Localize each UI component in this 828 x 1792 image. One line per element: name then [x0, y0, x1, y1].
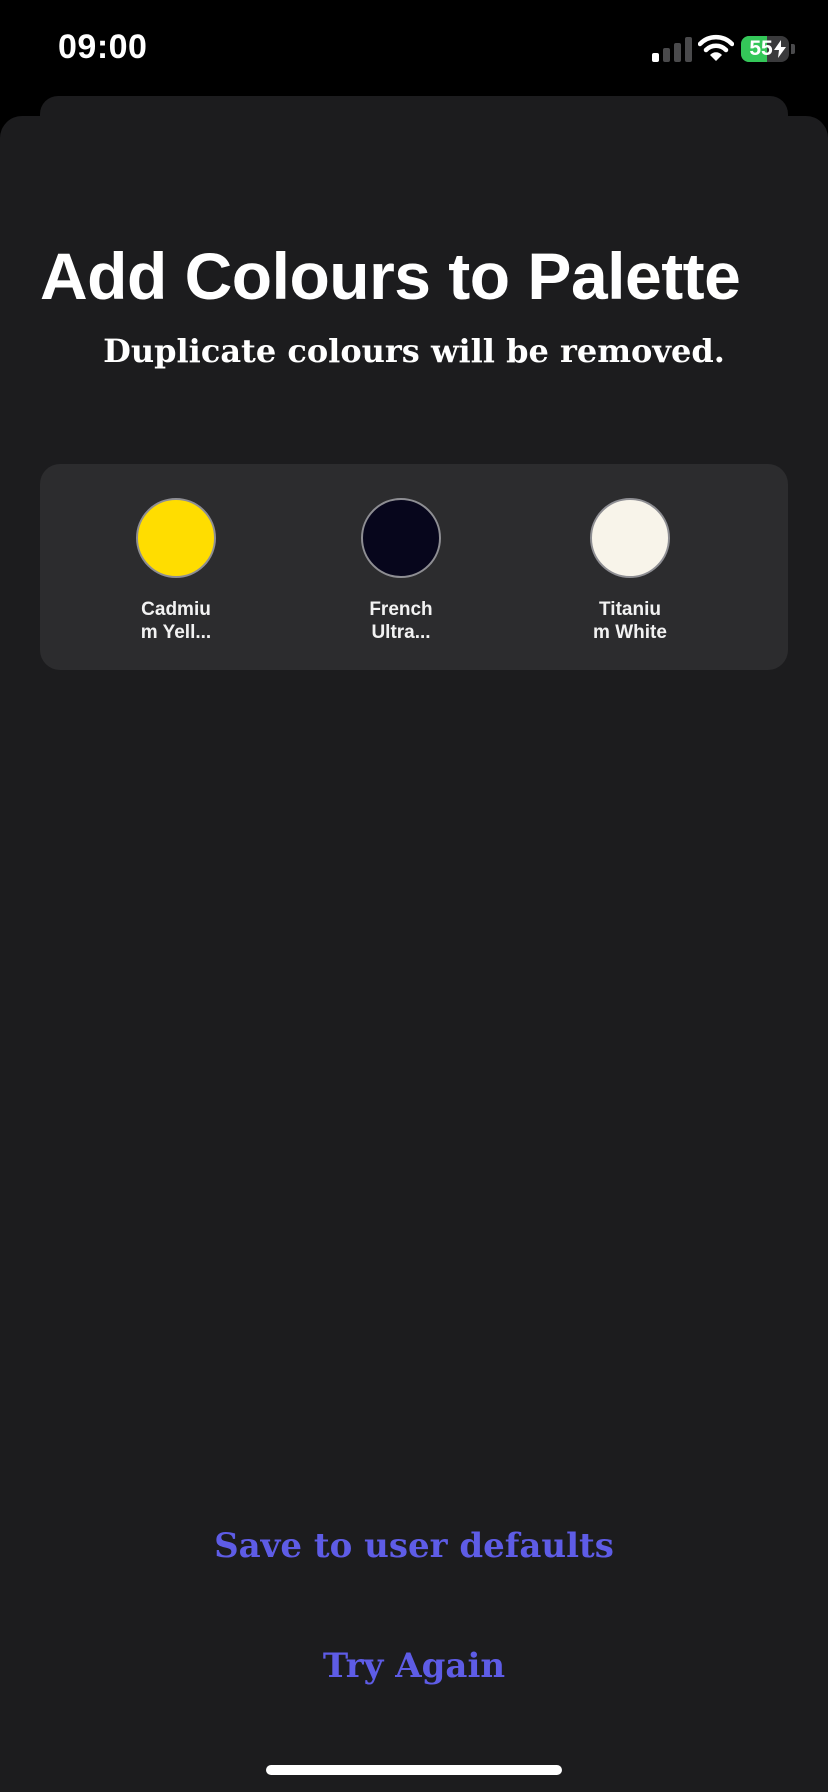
swatch-label-line: French: [369, 599, 433, 620]
battery-cap: [791, 44, 795, 54]
colour-circle: [136, 498, 216, 578]
try-again-button[interactable]: Try Again: [0, 1646, 828, 1686]
add-colours-sheet: Add Colours to Palette Duplicate colours…: [0, 116, 828, 1792]
swatch-label: Titaniu m White: [565, 598, 695, 644]
colour-circle: [361, 498, 441, 578]
swatch-cadmium-yellow[interactable]: Cadmiu m Yell...: [111, 498, 241, 644]
sheet-subtitle: Duplicate colours will be removed.: [103, 332, 725, 370]
colour-swatch-panel: Cadmiu m Yell... French Ultra... Titaniu…: [40, 464, 788, 670]
swatch-label: Cadmiu m Yell...: [111, 598, 241, 644]
swatch-label-line: Titaniu: [599, 599, 661, 620]
save-to-user-defaults-button[interactable]: Save to user defaults: [0, 1526, 828, 1566]
status-bar: 09:00 55: [0, 0, 828, 96]
charging-bolt-icon: [774, 40, 786, 58]
colour-circle: [590, 498, 670, 578]
status-time: 09:00: [58, 28, 148, 66]
swatch-titanium-white[interactable]: Titaniu m White: [565, 498, 695, 644]
wifi-icon: [698, 34, 734, 61]
swatch-label: French Ultra...: [336, 598, 466, 644]
swatch-french-ultramarine[interactable]: French Ultra...: [336, 498, 466, 644]
swatch-label-line: Cadmiu: [141, 599, 211, 620]
battery-icon: 55: [741, 36, 789, 62]
cellular-signal-icon: [652, 36, 692, 62]
sheet-title: Add Colours to Palette: [40, 239, 741, 313]
swatch-label-line: m White: [593, 622, 667, 643]
swatch-label-line: Ultra...: [371, 622, 431, 643]
home-indicator[interactable]: [266, 1765, 562, 1775]
swatch-label-line: m Yell...: [140, 622, 212, 643]
